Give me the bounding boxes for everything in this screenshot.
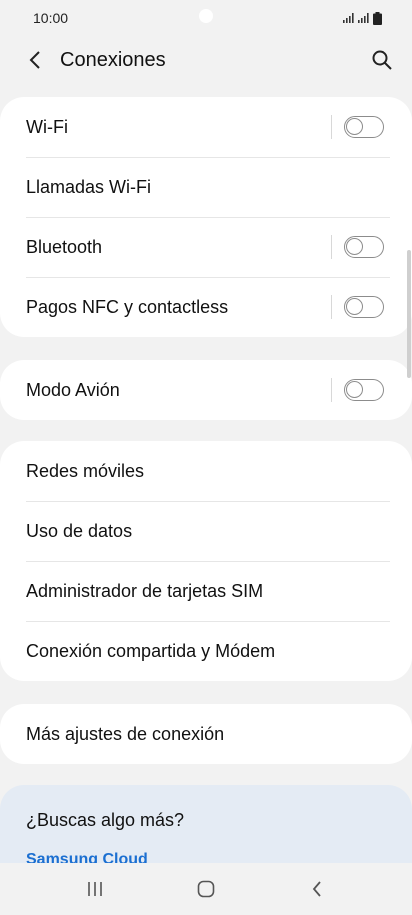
suggestions-title: ¿Buscas algo más? bbox=[26, 810, 185, 830]
back-button[interactable] bbox=[22, 45, 48, 75]
setting-label: Conexión compartida y Módem bbox=[26, 640, 276, 661]
setting-label: Redes móviles bbox=[26, 460, 145, 481]
toggle-knob bbox=[346, 238, 363, 255]
settings-card-mobile: Redes móviles Uso de datos Administrador… bbox=[0, 441, 412, 681]
setting-airplane-mode[interactable]: Modo Avión bbox=[0, 360, 412, 420]
back-icon bbox=[312, 881, 321, 897]
back-nav-button[interactable] bbox=[287, 869, 347, 909]
setting-data-usage[interactable]: Uso de datos bbox=[0, 501, 412, 561]
airplane-mode-toggle[interactable] bbox=[344, 379, 384, 401]
battery-icon bbox=[373, 11, 382, 25]
search-button[interactable] bbox=[366, 44, 398, 76]
settings-card-airplane: Modo Avión bbox=[0, 360, 412, 420]
signal-icon bbox=[358, 13, 369, 23]
setting-bluetooth[interactable]: Bluetooth bbox=[0, 217, 412, 277]
divider bbox=[331, 235, 332, 259]
setting-more-connection[interactable]: Más ajustes de conexión bbox=[0, 704, 412, 764]
setting-label: Llamadas Wi-Fi bbox=[26, 176, 152, 197]
home-icon bbox=[197, 880, 215, 898]
setting-label: Administrador de tarjetas SIM bbox=[26, 580, 264, 601]
setting-nfc[interactable]: Pagos NFC y contactless bbox=[0, 277, 412, 337]
setting-label: Modo Avión bbox=[26, 379, 120, 400]
status-time: 10:00 bbox=[33, 10, 69, 26]
toggle-knob bbox=[346, 298, 363, 315]
scrollbar-thumb[interactable] bbox=[407, 250, 411, 378]
camera-cutout bbox=[199, 9, 213, 23]
setting-sim-manager[interactable]: Administrador de tarjetas SIM bbox=[0, 561, 412, 621]
signal-icon bbox=[343, 13, 354, 23]
app-header: Conexiones bbox=[0, 36, 412, 84]
home-button[interactable] bbox=[176, 869, 236, 909]
chevron-left-icon bbox=[29, 51, 40, 69]
divider bbox=[331, 115, 332, 139]
setting-label: Más ajustes de conexión bbox=[26, 723, 225, 744]
nfc-toggle[interactable] bbox=[344, 296, 384, 318]
divider bbox=[331, 378, 332, 402]
toggle-knob bbox=[346, 118, 363, 135]
recent-apps-button[interactable] bbox=[65, 869, 125, 909]
divider bbox=[331, 295, 332, 319]
bluetooth-toggle[interactable] bbox=[344, 236, 384, 258]
settings-card-more: Más ajustes de conexión bbox=[0, 704, 412, 764]
setting-mobile-networks[interactable]: Redes móviles bbox=[0, 441, 412, 501]
settings-card-connectivity: Wi-Fi Llamadas Wi-Fi Bluetooth Pagos NFC… bbox=[0, 97, 412, 337]
wifi-toggle[interactable] bbox=[344, 116, 384, 138]
setting-label: Bluetooth bbox=[26, 236, 103, 257]
recent-apps-icon bbox=[88, 882, 103, 896]
setting-label: Pagos NFC y contactless bbox=[26, 296, 229, 317]
toggle-wrap bbox=[331, 295, 384, 319]
status-icons bbox=[343, 11, 382, 25]
search-icon bbox=[372, 50, 392, 70]
toggle-wrap bbox=[331, 235, 384, 259]
page-title: Conexiones bbox=[60, 48, 166, 71]
setting-wifi[interactable]: Wi-Fi bbox=[0, 97, 412, 157]
navigation-bar bbox=[0, 863, 412, 915]
setting-hotspot-tethering[interactable]: Conexión compartida y Módem bbox=[0, 621, 412, 681]
toggle-wrap bbox=[331, 378, 384, 402]
toggle-wrap bbox=[331, 115, 384, 139]
toggle-knob bbox=[346, 381, 363, 398]
setting-label: Uso de datos bbox=[26, 520, 133, 541]
suggestions-card: ¿Buscas algo más? Samsung Cloud bbox=[0, 785, 412, 865]
setting-label: Wi-Fi bbox=[26, 116, 68, 137]
setting-wifi-calling[interactable]: Llamadas Wi-Fi bbox=[0, 157, 412, 217]
